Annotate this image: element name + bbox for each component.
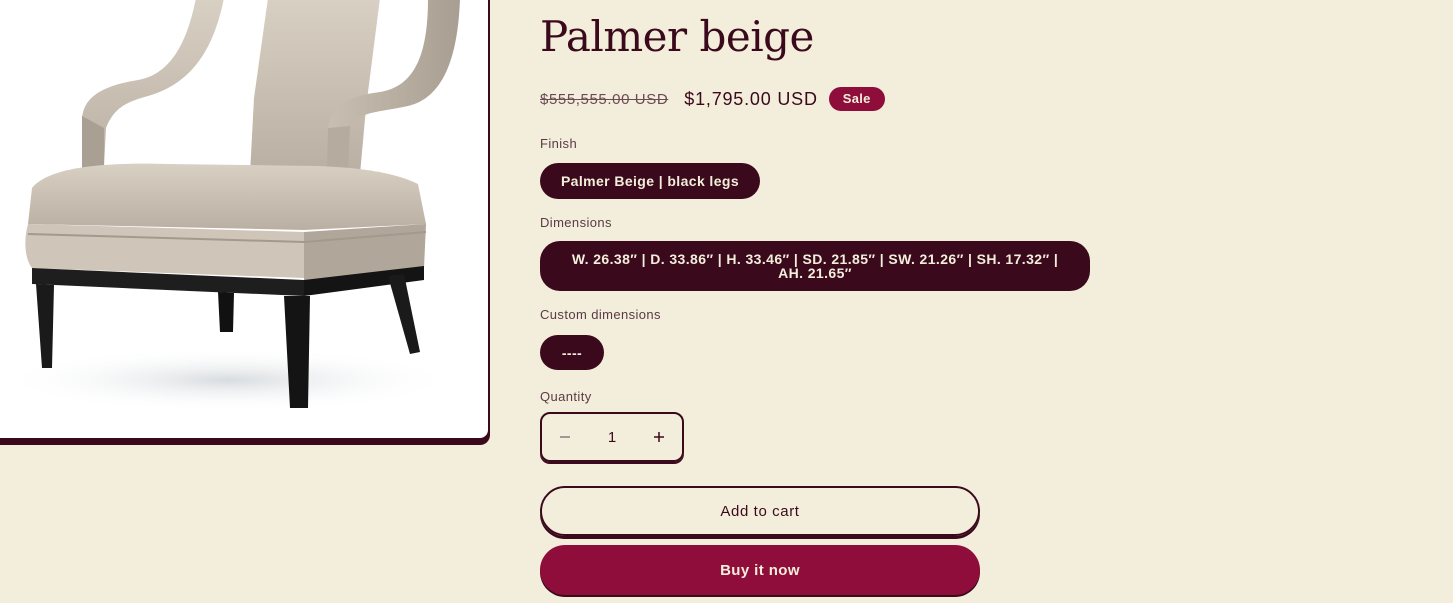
finish-label: Finish [540,136,578,151]
finish-option-button[interactable]: Palmer Beige | black legs [540,163,760,199]
product-title: Palmer beige [540,12,814,61]
armchair-image [0,0,460,412]
sale-price: $1,795.00 USD [684,88,818,109]
custom-dimensions-option-button[interactable]: ---- [540,335,604,370]
custom-dimensions-label: Custom dimensions [540,307,661,322]
quantity-increase-button[interactable] [636,414,682,460]
quantity-label: Quantity [540,389,592,404]
compare-at-price: $555,555.00 USD [540,90,669,108]
dimensions-option-button[interactable]: W. 26.38″ | D. 33.86″ | H. 33.46″ | SD. … [540,241,1090,291]
minus-icon [560,436,570,438]
plus-icon [654,432,664,442]
dimensions-label: Dimensions [540,215,612,230]
quantity-decrease-button[interactable] [542,414,588,460]
buy-now-button[interactable]: Buy it now [540,545,980,595]
product-image[interactable] [0,0,490,440]
price-row: $555,555.00 USD $1,795.00 USD Sale [540,87,885,111]
quantity-input[interactable] [590,427,634,447]
add-to-cart-button[interactable]: Add to cart [540,486,980,536]
sale-badge: Sale [828,87,885,111]
quantity-stepper [540,412,684,462]
